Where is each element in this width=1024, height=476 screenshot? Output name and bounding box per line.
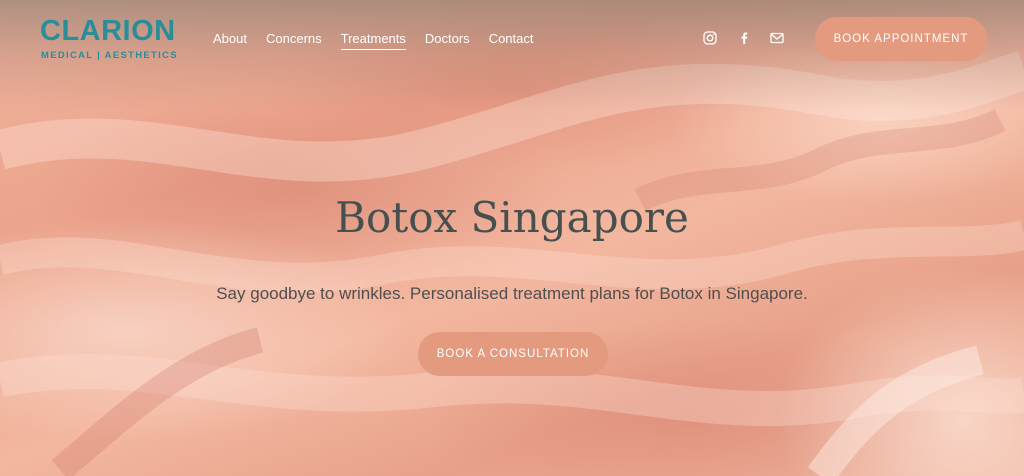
page-title: Botox Singapore — [335, 193, 689, 242]
hero-subtitle: Say goodbye to wrinkles. Personalised tr… — [216, 284, 808, 303]
main-nav: About Concerns Treatments Doctors Contac… — [213, 30, 553, 50]
nav-item-concerns[interactable]: Concerns — [266, 30, 322, 50]
brand-logo[interactable]: CLARION MEDICAL | AESTHETICS — [40, 14, 185, 64]
hero-section: CLARION MEDICAL | AESTHETICS About Conce… — [0, 0, 1024, 476]
nav-item-treatments[interactable]: Treatments — [340, 30, 406, 50]
nav-item-about[interactable]: About — [213, 30, 247, 50]
nav-item-doctors[interactable]: Doctors — [425, 30, 470, 50]
book-appointment-button[interactable]: BOOK APPOINTMENT — [815, 17, 987, 61]
book-consultation-button[interactable]: BOOK A CONSULTATION — [418, 332, 608, 376]
facebook-icon[interactable] — [736, 30, 752, 46]
site-header: CLARION MEDICAL | AESTHETICS About Conce… — [0, 0, 1024, 80]
brand-tagline: MEDICAL | AESTHETICS — [41, 50, 178, 61]
nav-item-contact[interactable]: Contact — [489, 30, 534, 50]
brand-name: CLARION — [40, 15, 176, 47]
instagram-icon[interactable] — [702, 30, 718, 46]
email-icon[interactable] — [769, 30, 785, 46]
